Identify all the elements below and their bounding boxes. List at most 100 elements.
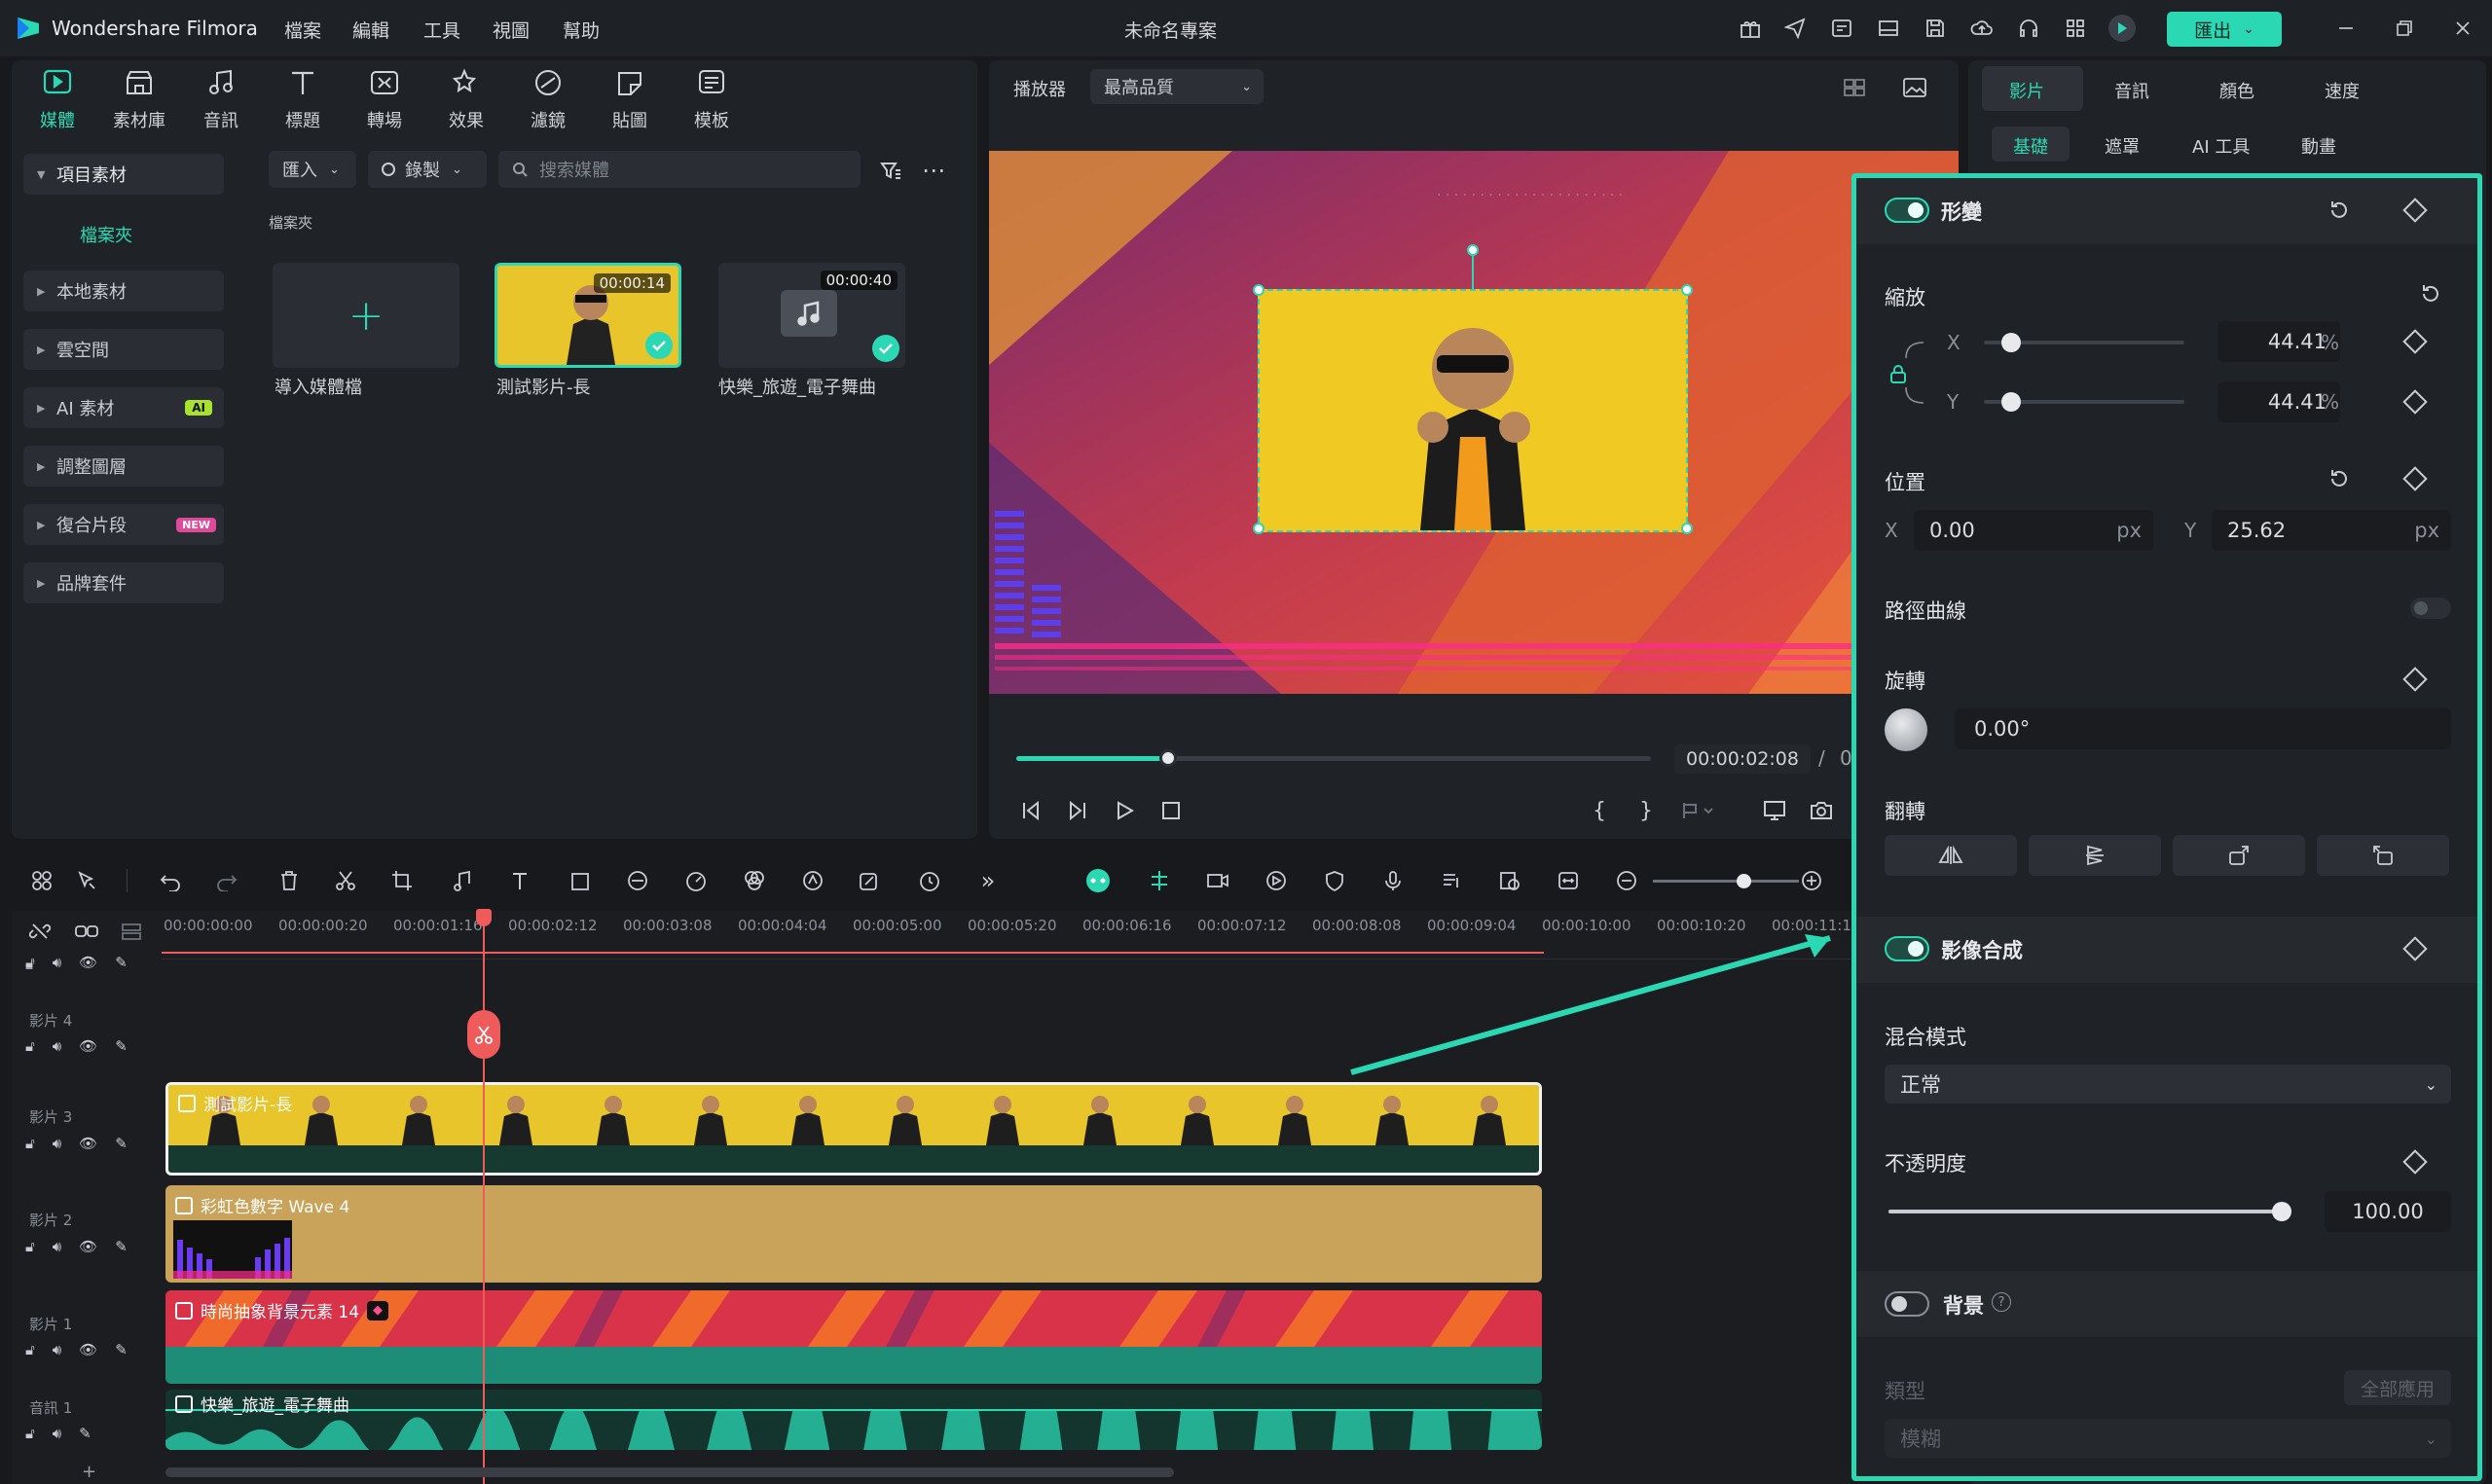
- quality-dropdown[interactable]: 最高品質 ⌄: [1090, 69, 1264, 104]
- track-controls[interactable]: 🔓︎🔊︎👁︎✎: [25, 1135, 145, 1152]
- snap-icon[interactable]: [1145, 866, 1174, 895]
- playhead-line[interactable]: [483, 911, 485, 1484]
- text-tool-icon[interactable]: [506, 866, 535, 895]
- link-icon[interactable]: [74, 920, 99, 943]
- subtab-basic[interactable]: 基礎: [2013, 133, 2048, 159]
- track-controls[interactable]: 🔓︎🔊︎👁︎✎: [25, 954, 145, 971]
- ai-companion-icon[interactable]: [1082, 866, 1114, 895]
- ai-edit-icon[interactable]: [855, 866, 884, 895]
- resize-handle-bottom-left[interactable]: [1253, 523, 1264, 534]
- tab-store[interactable]: 素材庫: [105, 68, 173, 132]
- lock-icon[interactable]: [1887, 362, 1910, 385]
- sidebar-item-cloud[interactable]: ▶ 雲空間: [23, 329, 224, 370]
- shape-icon[interactable]: [567, 866, 596, 895]
- tab-effects[interactable]: 效果: [432, 68, 500, 132]
- track-manage-icon[interactable]: [119, 920, 144, 943]
- restore-icon[interactable]: [2391, 15, 2418, 42]
- avatar[interactable]: [2108, 15, 2136, 42]
- mark-out-icon[interactable]: }: [1631, 796, 1661, 825]
- save-icon[interactable]: [1922, 15, 1949, 42]
- layout-icon[interactable]: [1875, 15, 1902, 42]
- background-toggle[interactable]: [1885, 1291, 1929, 1317]
- compositing-keyframe-icon[interactable]: [2400, 935, 2430, 962]
- tab-templates[interactable]: 模板: [678, 68, 746, 132]
- clip-video3[interactable]: 測試影片-長: [165, 1082, 1542, 1176]
- subtab-ai-tools[interactable]: AI 工具: [2192, 133, 2250, 159]
- video-overlay-frame[interactable]: [1258, 289, 1688, 532]
- reset-icon[interactable]: [2325, 197, 2354, 224]
- undo-icon[interactable]: [156, 866, 185, 895]
- sidebar-folder[interactable]: 檔案夾: [80, 222, 132, 247]
- menu-edit[interactable]: 編輯: [352, 17, 389, 43]
- split-scissors-icon[interactable]: [331, 866, 360, 895]
- scale-y-slider[interactable]: [1984, 392, 2184, 412]
- snapshot-camera-icon[interactable]: [1807, 796, 1836, 825]
- layout-grid-icon[interactable]: [27, 866, 56, 895]
- background-type-dropdown[interactable]: 模糊 ⌄: [1885, 1419, 2451, 1458]
- flip-vertical-button[interactable]: [2029, 835, 2161, 876]
- cloud-icon[interactable]: [1968, 15, 1996, 42]
- menu-view[interactable]: 視圖: [493, 17, 530, 43]
- tab-color[interactable]: 顏色: [2219, 78, 2254, 103]
- track-controls[interactable]: 🔓︎🔊︎👁︎✎: [25, 1341, 145, 1358]
- auto-reframe-icon[interactable]: [1495, 866, 1524, 895]
- more-options-icon[interactable]: ⋯: [919, 156, 948, 185]
- speed-icon[interactable]: [681, 866, 711, 895]
- send-icon[interactable]: [1781, 15, 1809, 42]
- track-controls[interactable]: 🔓︎🔊︎✎: [25, 1425, 109, 1442]
- sidebar-item-brand[interactable]: ▶ 品牌套件: [23, 562, 224, 603]
- export-button[interactable]: 匯出 ⌄: [2167, 12, 2282, 47]
- sidebar-item-adjustment[interactable]: ▶ 調整圖層: [23, 446, 224, 487]
- zoom-slider[interactable]: [1653, 874, 1799, 888]
- rotation-dial[interactable]: [1885, 708, 1927, 751]
- rotation-input[interactable]: 0.00°: [1955, 708, 2451, 749]
- tab-video[interactable]: 影片: [2009, 78, 2044, 103]
- media-store-icon[interactable]: [1828, 15, 1855, 42]
- zoom-out-icon[interactable]: [1612, 866, 1641, 895]
- insert-dropdown-icon[interactable]: [1678, 796, 1717, 825]
- voiceover-icon[interactable]: [1437, 866, 1466, 895]
- scale-y-handle[interactable]: [2001, 392, 2021, 412]
- apps-grid-icon[interactable]: [2062, 15, 2089, 42]
- menu-tools[interactable]: 工具: [423, 17, 460, 43]
- menu-help[interactable]: 幫助: [563, 17, 600, 43]
- opacity-slider[interactable]: [1888, 1202, 2291, 1221]
- delete-icon[interactable]: [275, 866, 304, 895]
- ai-tool-icon[interactable]: [798, 866, 827, 895]
- search-input[interactable]: 搜索媒體: [498, 151, 861, 188]
- timeline-scrollbar[interactable]: [165, 1467, 1174, 1477]
- microphone-icon[interactable]: [1378, 866, 1408, 895]
- playhead-handle[interactable]: [476, 909, 492, 926]
- gift-icon[interactable]: [1737, 15, 1764, 42]
- scale-y-keyframe-icon[interactable]: [2400, 388, 2430, 416]
- rotate-right-button[interactable]: [2173, 835, 2305, 876]
- tab-filters[interactable]: 濾鏡: [514, 68, 582, 132]
- select-tool-icon[interactable]: [72, 866, 101, 895]
- record-dropdown[interactable]: 錄製 ⌄: [368, 151, 487, 188]
- tab-stickers[interactable]: 貼圖: [596, 68, 664, 132]
- playhead-split-scissors-icon[interactable]: [467, 1010, 500, 1059]
- tab-audio[interactable]: 音訊: [187, 68, 255, 132]
- close-icon[interactable]: [2449, 15, 2476, 42]
- scale-x-handle[interactable]: [2001, 333, 2021, 352]
- path-curve-toggle[interactable]: [2410, 597, 2451, 619]
- minimize-icon[interactable]: [2332, 15, 2360, 42]
- color-match-icon[interactable]: [623, 866, 652, 895]
- tab-audio[interactable]: 音訊: [2114, 78, 2149, 103]
- tab-media[interactable]: 媒體: [23, 68, 92, 132]
- help-icon[interactable]: ?: [1992, 1292, 2011, 1312]
- color-wheel-icon[interactable]: [740, 866, 769, 895]
- mark-in-icon[interactable]: {: [1585, 796, 1614, 825]
- fit-width-icon[interactable]: [1554, 866, 1583, 895]
- clip-video2[interactable]: 彩虹色數字 Wave 4: [165, 1185, 1542, 1283]
- rotate-handle[interactable]: [1467, 244, 1479, 256]
- filter-sort-icon[interactable]: [876, 156, 905, 185]
- resize-handle-bottom-right[interactable]: [1681, 523, 1693, 534]
- shield-icon[interactable]: [1320, 866, 1349, 895]
- next-frame-icon[interactable]: [1063, 796, 1092, 825]
- sidebar-item-ai[interactable]: ▶ AI 素材 AI: [23, 387, 224, 428]
- compositing-toggle[interactable]: [1885, 936, 1929, 961]
- preview-canvas[interactable]: · · · · · · · · · · · · · · · · · · · · …: [989, 151, 1959, 694]
- timer-icon[interactable]: [915, 866, 944, 895]
- clip-video1[interactable]: 時尚抽象背景元素 14 ◆: [165, 1290, 1542, 1384]
